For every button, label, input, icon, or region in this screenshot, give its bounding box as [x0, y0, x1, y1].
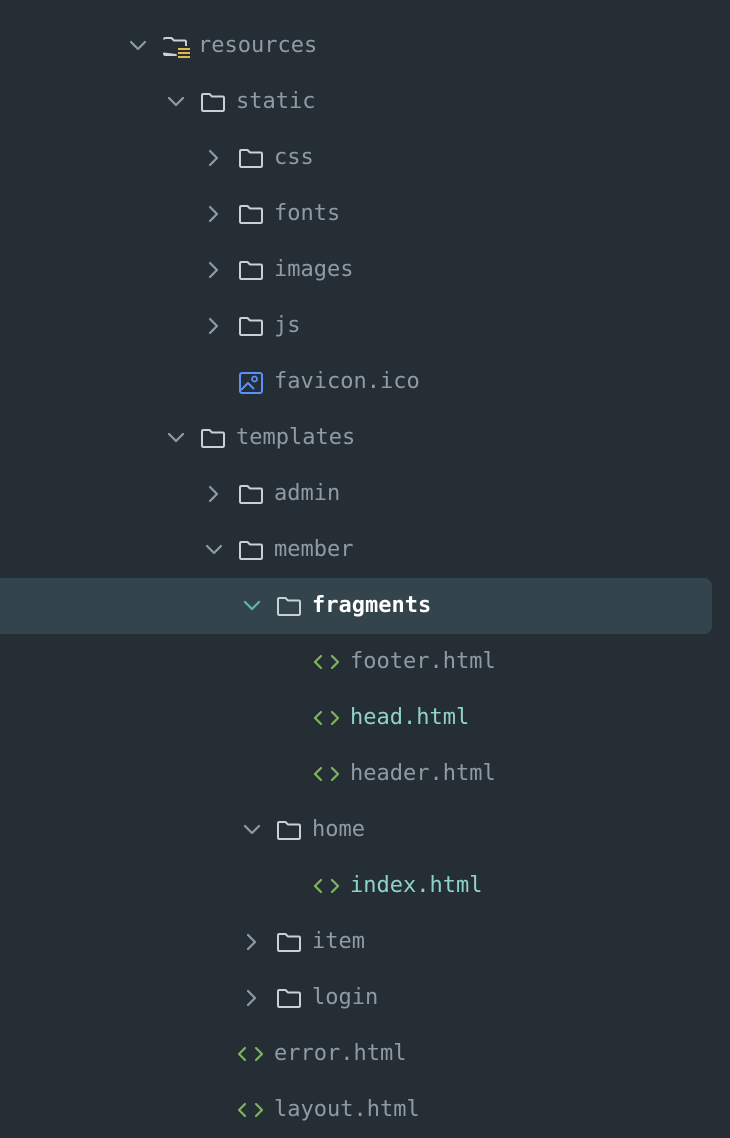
chevron-down-icon[interactable] — [242, 820, 262, 840]
html-file-icon — [312, 875, 340, 897]
tree-row[interactable]: error.html — [0, 1026, 712, 1082]
html-file-icon — [312, 707, 340, 729]
project-file-tree: resources static css fonts images js favicon.i… — [0, 0, 730, 1122]
chevron-down-icon[interactable] — [166, 428, 186, 448]
tree-item-label: footer.html — [350, 649, 496, 674]
folder-icon — [276, 819, 302, 841]
tree-row[interactable]: home — [0, 802, 712, 858]
image-file-icon — [238, 371, 264, 394]
html-file-icon — [312, 763, 340, 785]
tree-item-label: login — [312, 985, 379, 1010]
folder-icon — [238, 315, 264, 337]
folder-icon — [238, 539, 264, 561]
tree-item-label: layout.html — [274, 1097, 420, 1122]
tree-item-label: fonts — [274, 201, 341, 226]
tree-item-label: css — [274, 145, 314, 170]
folder-icon — [200, 91, 226, 113]
chevron-down-icon[interactable] — [204, 540, 224, 560]
tree-row[interactable]: member — [0, 522, 712, 578]
resources-folder-icon — [162, 35, 190, 58]
tree-row[interactable]: static — [0, 74, 712, 130]
folder-icon — [238, 203, 264, 225]
chevron-right-icon[interactable] — [204, 148, 224, 168]
chevron-right-icon[interactable] — [204, 484, 224, 504]
tree-row[interactable]: templates — [0, 410, 712, 466]
partial-icon — [162, 0, 188, 1]
chevron-down-icon[interactable] — [166, 92, 186, 112]
folder-icon — [200, 427, 226, 449]
tree-item-label: header.html — [350, 761, 496, 786]
chevron-right-icon[interactable] — [204, 204, 224, 224]
tree-row[interactable]: images — [0, 242, 712, 298]
folder-icon — [276, 931, 302, 953]
tree-row[interactable]: favicon.ico — [0, 354, 712, 410]
folder-icon — [238, 147, 264, 169]
tree-item-label: resources — [198, 33, 318, 58]
chevron-down-icon[interactable] — [128, 36, 148, 56]
tree-item-label: index.html — [350, 873, 483, 898]
chevron-right-icon[interactable] — [204, 316, 224, 336]
tree-item-label: images — [274, 257, 354, 282]
tree-item-label: favicon.ico — [274, 369, 420, 394]
tree-row[interactable]: css — [0, 130, 712, 186]
folder-icon — [238, 259, 264, 281]
tree-item-label: home — [312, 817, 365, 842]
chevron-right-icon[interactable] — [242, 932, 262, 952]
html-file-icon — [312, 651, 340, 673]
folder-icon — [276, 595, 302, 617]
tree-row[interactable]: layout.html — [0, 1082, 712, 1138]
tree-item-label: templates — [236, 425, 356, 450]
tree-row[interactable]: login — [0, 970, 712, 1026]
folder-icon — [276, 987, 302, 1009]
tree-row[interactable]: item — [0, 914, 712, 970]
tree-item-label: fragments — [312, 593, 432, 618]
tree-item-label: head.html — [350, 705, 470, 730]
tree-row[interactable]: resources — [0, 18, 712, 74]
chevron-right-icon[interactable] — [242, 988, 262, 1008]
tree-item-label: js — [274, 313, 301, 338]
tree-item-label: item — [312, 929, 365, 954]
tree-item-label: member — [274, 537, 354, 562]
tree-row[interactable] — [0, 0, 712, 18]
tree-row[interactable]: js — [0, 298, 712, 354]
tree-row[interactable]: head.html — [0, 690, 712, 746]
tree-row[interactable]: fragments — [0, 578, 712, 634]
html-file-icon — [236, 1099, 264, 1121]
tree-item-label: admin — [274, 481, 341, 506]
tree-row[interactable]: header.html — [0, 746, 712, 802]
html-file-icon — [236, 1043, 264, 1065]
chevron-right-icon[interactable] — [204, 260, 224, 280]
folder-icon — [238, 483, 264, 505]
tree-row[interactable]: footer.html — [0, 634, 712, 690]
chevron-down-icon[interactable] — [242, 596, 262, 616]
tree-row[interactable]: admin — [0, 466, 712, 522]
tree-item-label: static — [236, 89, 316, 114]
tree-row[interactable]: fonts — [0, 186, 712, 242]
tree-row[interactable]: index.html — [0, 858, 712, 914]
tree-item-label: error.html — [274, 1041, 407, 1066]
